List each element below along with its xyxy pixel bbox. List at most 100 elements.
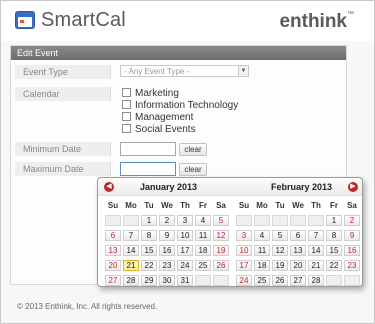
calendar-day[interactable]: 25 (254, 275, 270, 286)
calendar-day[interactable]: 19 (272, 260, 288, 271)
chevron-right-icon[interactable]: ▶ (348, 182, 358, 192)
calendar-day[interactable]: 4 (254, 230, 270, 241)
calendar-day[interactable]: 5 (213, 215, 229, 226)
calendar-day[interactable]: 8 (141, 230, 157, 241)
calendar-day[interactable]: 29 (141, 275, 157, 286)
calendar-day[interactable]: 9 (344, 230, 360, 241)
maximum-date-clear-button[interactable]: clear (179, 163, 207, 176)
month-title-february: February 2013 (271, 182, 333, 192)
brand-name: enthink (279, 11, 347, 32)
calendar-day[interactable]: 11 (254, 245, 270, 256)
calendar-day[interactable]: 3 (177, 215, 193, 226)
calendar-day[interactable]: 25 (195, 260, 211, 271)
calendar-day[interactable]: 13 (290, 245, 306, 256)
calendar-day[interactable]: 17 (236, 260, 252, 271)
calendar-label: Calendar (15, 87, 111, 101)
event-type-placeholder: - Any Event Type - (124, 67, 190, 76)
calendar-day[interactable]: 6 (105, 230, 121, 241)
calendar-day[interactable]: 2 (344, 215, 360, 226)
calendar-day[interactable]: 19 (213, 245, 229, 256)
calendar-day[interactable]: 26 (272, 275, 288, 286)
calendar-day[interactable]: 1 (326, 215, 342, 226)
calendar-day[interactable]: 13 (105, 245, 121, 256)
calendar-day[interactable]: 18 (254, 260, 270, 271)
weekday-header: We (161, 201, 173, 210)
checkbox[interactable] (122, 124, 131, 133)
calendar-day[interactable]: 20 (105, 260, 121, 271)
calendar-day[interactable]: 27 (105, 275, 121, 286)
calendar-option-marketing[interactable]: Marketing (122, 88, 179, 100)
calendar-day[interactable]: 14 (308, 245, 324, 256)
calendar-day[interactable]: 24 (177, 260, 193, 271)
calendar-day[interactable]: 27 (290, 275, 306, 286)
weekday-header: Tu (275, 201, 285, 210)
calendar-option-social[interactable]: Social Events (122, 124, 196, 136)
calendar-day[interactable]: 5 (272, 230, 288, 241)
calendar-day[interactable]: 16 (344, 245, 360, 256)
calendar-day[interactable]: 9 (159, 230, 175, 241)
app-name: SmartCal (41, 9, 126, 31)
minimum-date-input[interactable] (120, 142, 176, 156)
calendar-day[interactable]: 15 (141, 245, 157, 256)
checkbox[interactable] (122, 88, 131, 97)
calendar-day[interactable]: 1 (141, 215, 157, 226)
calendar-empty-cell (290, 215, 306, 226)
calendar-day[interactable]: 8 (326, 230, 342, 241)
calendar-option-label: Marketing (135, 88, 179, 99)
event-type-label: Event Type (15, 65, 111, 79)
calendar-day[interactable]: 10 (236, 245, 252, 256)
calendar-day[interactable]: 4 (195, 215, 211, 226)
weekday-header: Th (180, 201, 190, 210)
calendar-day[interactable]: 16 (159, 245, 175, 256)
calendar-day[interactable]: 17 (177, 245, 193, 256)
calendar-day[interactable]: 10 (177, 230, 193, 241)
calendar-day[interactable]: 30 (159, 275, 175, 286)
dropdown-arrow-icon: ▼ (238, 66, 248, 76)
trademark-mark: ™ (347, 11, 354, 18)
calendar-day[interactable]: 12 (213, 230, 229, 241)
calendar-option-management[interactable]: Management (122, 112, 193, 124)
chevron-left-icon[interactable]: ◀ (104, 182, 114, 192)
event-type-select[interactable]: - Any Event Type - ▼ (120, 65, 249, 77)
checkbox[interactable] (122, 100, 131, 109)
calendar-day[interactable]: 21 (123, 260, 139, 271)
weekday-header: Sa (347, 201, 357, 210)
calendar-day[interactable]: 14 (123, 245, 139, 256)
calendar-day[interactable]: 6 (290, 230, 306, 241)
calendar-day[interactable]: 23 (159, 260, 175, 271)
calendar-day[interactable]: 28 (308, 275, 324, 286)
calendar-day[interactable]: 15 (326, 245, 342, 256)
calendar-option-label: Social Events (135, 124, 196, 135)
app-window: SmartCal enthink™ Edit Event Event Type … (0, 0, 375, 324)
calendar-day[interactable]: 26 (213, 260, 229, 271)
copyright-footer: © 2013 Enthink, Inc. All rights reserved… (17, 302, 158, 311)
calendar-day[interactable]: 7 (123, 230, 139, 241)
calendar-option-it[interactable]: Information Technology (122, 100, 238, 112)
app-header: SmartCal enthink™ (1, 1, 374, 41)
month-title-january: January 2013 (140, 182, 198, 192)
weekday-header: Mo (256, 201, 268, 210)
calendar-empty-cell (213, 275, 229, 286)
calendar-empty-cell (254, 215, 270, 226)
calendar-day[interactable]: 28 (123, 275, 139, 286)
calendar-day[interactable]: 22 (326, 260, 342, 271)
calendar-day[interactable]: 31 (177, 275, 193, 286)
calendar-day[interactable]: 22 (141, 260, 157, 271)
calendar-day[interactable]: 11 (195, 230, 211, 241)
calendar-day[interactable]: 3 (236, 230, 252, 241)
minimum-date-clear-button[interactable]: clear (179, 143, 207, 156)
calendar-day[interactable]: 2 (159, 215, 175, 226)
calendar-day[interactable]: 18 (195, 245, 211, 256)
maximum-date-input[interactable] (120, 162, 176, 176)
calendar-day[interactable]: 7 (308, 230, 324, 241)
weekday-header: Sa (216, 201, 226, 210)
calendar-day[interactable]: 23 (344, 260, 360, 271)
calendar-empty-cell (326, 275, 342, 286)
checkbox[interactable] (122, 112, 131, 121)
calendar-option-label: Information Technology (135, 100, 239, 111)
calendar-day[interactable]: 20 (290, 260, 306, 271)
calendar-empty-cell (195, 275, 211, 286)
calendar-day[interactable]: 12 (272, 245, 288, 256)
calendar-day[interactable]: 24 (236, 275, 252, 286)
calendar-day[interactable]: 21 (308, 260, 324, 271)
